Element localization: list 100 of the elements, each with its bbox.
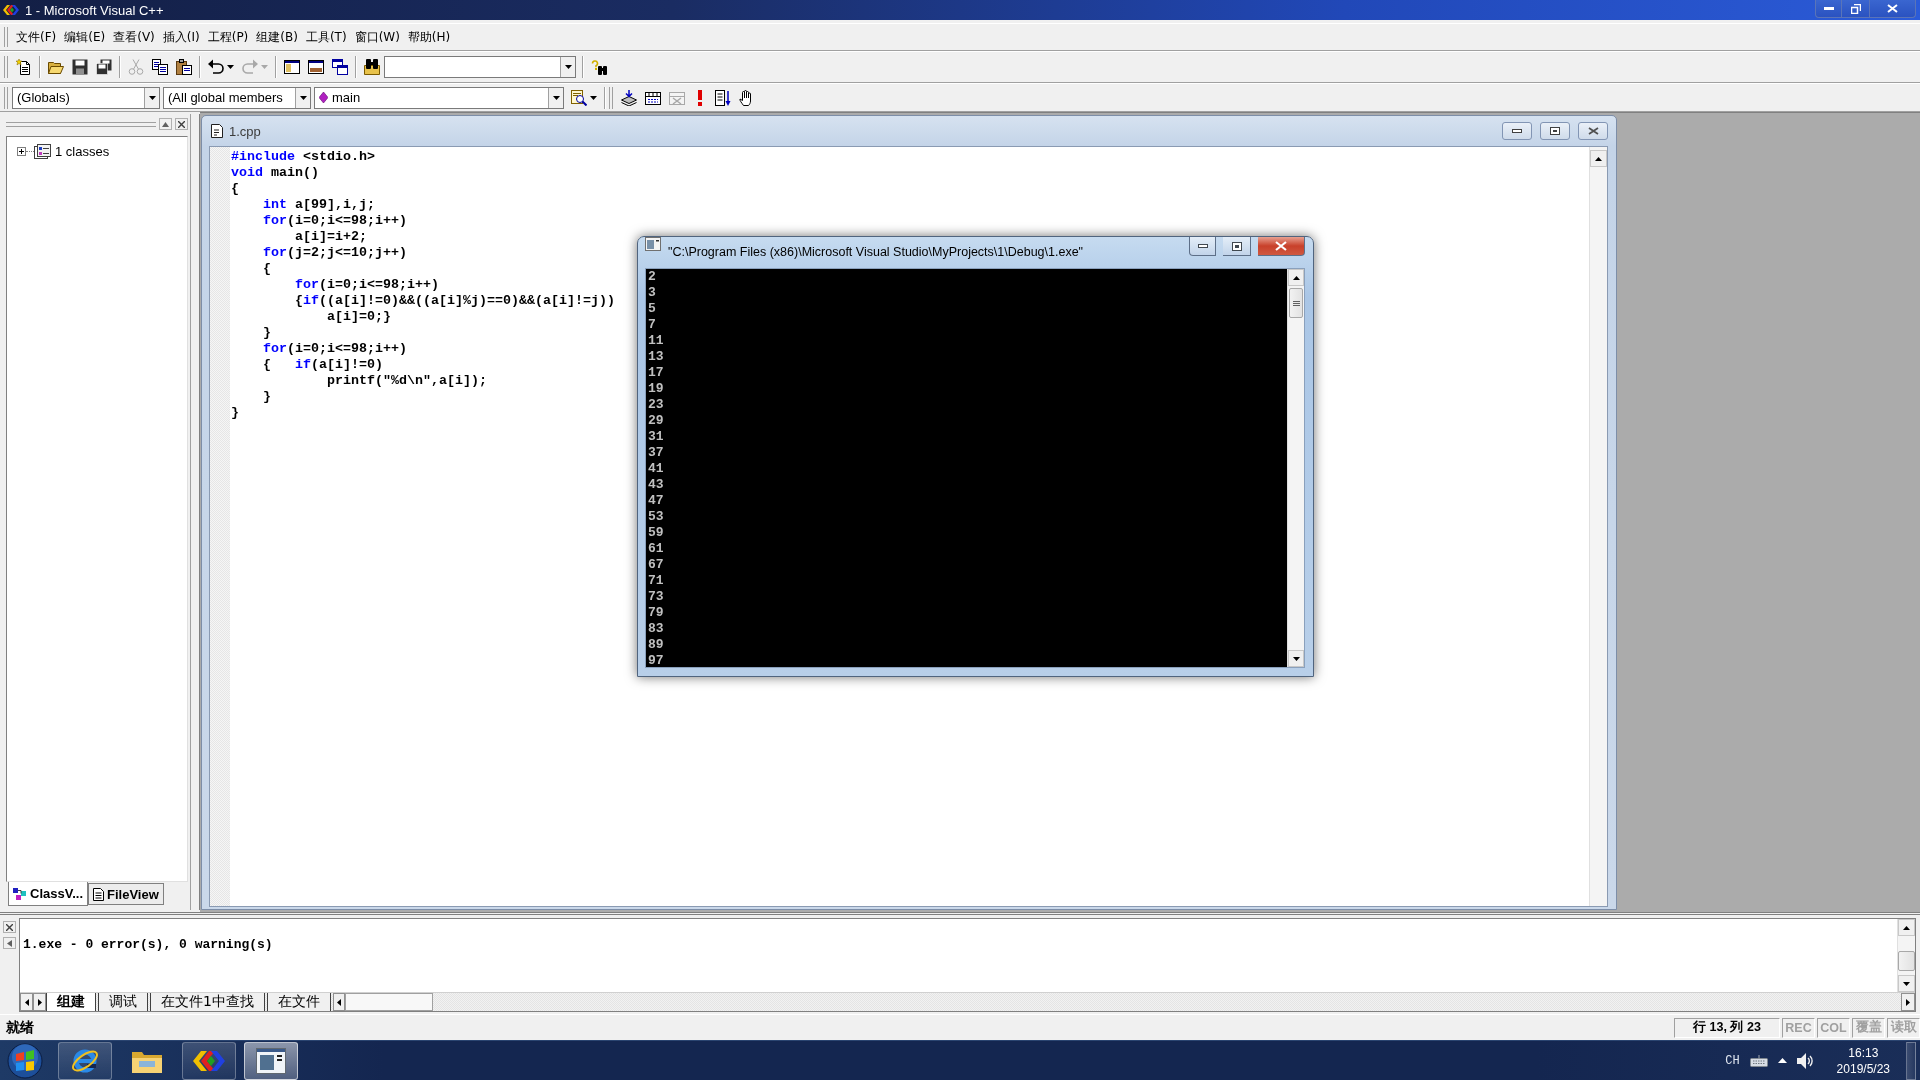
caret-icon [590,95,597,100]
console-line: 11 [648,333,664,349]
workspace-tab[interactable]: FileView [88,883,164,905]
app-logo-icon [3,4,19,16]
dropdown-button[interactable] [295,87,310,108]
pin-button[interactable] [159,118,172,130]
menu-item[interactable]: 帮助(H) [403,26,455,48]
combo-box[interactable]: (All global members [163,86,311,109]
keyboard-button[interactable] [1749,1054,1768,1067]
console-line: 67 [648,557,664,573]
undo-icon [208,59,224,75]
close-button[interactable] [1258,237,1305,256]
grip-icon[interactable] [4,56,8,78]
clock-time: 16:13 [1848,1045,1879,1060]
left-arrow-icon [24,998,29,1006]
maximize-button[interactable] [1223,237,1251,256]
scrollbar[interactable] [344,993,433,1011]
console-line: 53 [648,509,664,525]
scroll-up-button[interactable] [1288,269,1304,286]
redo-icon [242,59,258,75]
scroll-up-button[interactable] [1898,919,1915,936]
grip-icon[interactable] [6,121,156,127]
maximize-button[interactable] [1540,122,1570,140]
menu-item[interactable]: 组建(B) [252,26,302,48]
document-icon [211,124,223,138]
minimize-icon [1512,129,1522,133]
scroll-thumb[interactable] [1289,288,1303,318]
right-arrow-icon [37,998,42,1006]
combo-box[interactable]: (Globals) [12,86,160,109]
menu-item[interactable]: 插入(I) [158,26,204,48]
menu-item[interactable]: 工程(P) [203,26,253,48]
console-line: 47 [648,493,664,509]
pin-button[interactable] [3,937,16,949]
tab-scroll-right-button[interactable] [33,993,46,1011]
status-text: 就绪 [6,1018,34,1037]
menu-item[interactable]: 查看(V) [109,26,159,48]
output-tab[interactable]: 组建 [46,993,96,1011]
console-line: 2 [648,269,656,285]
output-tab[interactable]: 在文件1中查找 [150,993,265,1011]
dropdown-button[interactable] [548,87,563,108]
show-desktop-button[interactable] [1906,1041,1916,1080]
clock-date: 2019/5/23 [1836,1061,1890,1076]
close-button[interactable] [1578,122,1608,140]
dropdown-button[interactable] [144,87,159,108]
code-line: a[i]=i+2; [294,229,367,245]
taskbar-app-button[interactable] [58,1041,112,1080]
output-tab[interactable]: 调试 [98,993,148,1011]
taskbar-app-button[interactable] [182,1041,236,1080]
console-line: 83 [648,621,664,637]
output-window-icon [308,59,324,75]
menu-item[interactable]: 编辑(E) [60,26,110,48]
combo-box[interactable] [384,56,576,78]
status-indicator: COL [1817,1017,1850,1038]
show-hidden-icons-button[interactable] [1777,1058,1787,1063]
scroll-down-button[interactable] [1898,975,1915,992]
code-line: void main() [231,165,319,181]
code-line: } [262,389,271,405]
console-line: 73 [648,589,664,605]
close-button[interactable] [175,118,188,130]
new-file-icon [16,59,32,75]
code-line: a[i]=0;} [325,309,391,325]
class-blocks-icon [13,887,27,900]
dropdown-button[interactable] [560,57,575,77]
down-arrow-icon [1292,656,1300,661]
grip-icon[interactable] [4,86,8,109]
console-title: "C:\Program Files (x86)\Microsoft Visual Studio\MyProjects\1\Debug\1.exe" [668,245,1084,259]
status-indicator: 读取 [1887,1017,1920,1038]
triangle-icon [162,121,169,127]
scroll-left-button[interactable] [332,993,345,1011]
scroll-up-button[interactable] [1590,150,1607,167]
grip-icon[interactable] [609,86,613,109]
minimize-button[interactable] [1815,0,1842,18]
tab-scroll-left-button[interactable] [20,993,33,1011]
combo-box[interactable]: main [314,86,564,109]
start-button[interactable] [4,1041,46,1080]
caret-icon [299,95,307,100]
scroll-down-button[interactable] [1288,650,1304,667]
console-window-icon [645,237,661,251]
restore-button[interactable] [1842,0,1870,18]
minimize-button[interactable] [1189,237,1216,256]
save-all-icon [96,59,112,75]
tree-item[interactable]: 1 classes [54,143,111,159]
close-button[interactable] [3,921,16,933]
menu-item[interactable]: 文件(F) [12,26,61,48]
grip-icon[interactable] [4,27,8,47]
menu-item[interactable]: 工具(T) [301,26,351,48]
output-tab[interactable]: 在文件 [266,993,331,1011]
caret-icon [552,95,560,100]
workspace-tab[interactable]: ClassV... [8,882,88,906]
scroll-right-button[interactable] [1901,993,1915,1011]
taskbar-app-button[interactable] [244,1041,298,1080]
close-button[interactable] [1870,0,1916,18]
right-arrow-icon [1906,998,1910,1006]
volume-button[interactable] [1796,1052,1815,1069]
up-arrow-icon [1777,1058,1787,1063]
scroll-thumb[interactable] [1898,951,1915,971]
up-arrow-icon [1595,156,1602,161]
minimize-button[interactable] [1502,122,1532,140]
console-line: 23 [648,397,664,413]
menu-item[interactable]: 窗口(W) [350,26,404,48]
